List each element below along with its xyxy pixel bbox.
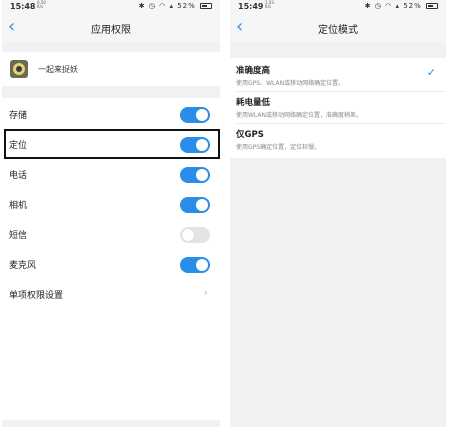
location-highlight-box: [4, 129, 220, 159]
camera-toggle[interactable]: [180, 197, 210, 213]
page-title: 应用权限: [91, 25, 131, 36]
checkmark-icon: ✓: [426, 66, 436, 79]
nav-bar: ‹ 定位模式: [230, 14, 446, 42]
mode-option-gps-only[interactable]: 仅GPS 使用GPS确定位置，定位较慢。: [230, 124, 446, 156]
phone-toggle[interactable]: [180, 167, 210, 183]
status-bar: 15:48 0.50 K/s ✱ ◷ ◠ ▴ 52%: [2, 0, 220, 14]
permission-label: 单项权限设置: [9, 291, 64, 301]
alarm-icon: ◷: [148, 2, 156, 10]
location-mode-screen: 15:49 1.03 K/s ✱ ◷ ◠ ▴ 52% ‹ 定位模式 准确度高 使…: [230, 0, 446, 427]
chevron-right-icon: ›: [203, 286, 208, 299]
mode-option-high-accuracy[interactable]: 准确度高 使用GPS、WLAN或移动网络确定位置。 ✓: [230, 60, 446, 92]
mode-title: 准确度高: [236, 66, 271, 76]
microphone-toggle[interactable]: [180, 257, 210, 273]
mode-option-battery-saving[interactable]: 耗电量低 使用WLAN或移动网络确定位置，准确度稍差。: [230, 92, 446, 124]
permission-label: 电话: [9, 171, 28, 181]
permission-row-phone[interactable]: 电话: [2, 160, 220, 190]
wifi-icon: ◠: [385, 2, 393, 10]
permission-row-sms[interactable]: 短信: [2, 220, 220, 250]
app-header: 一起来捉妖: [2, 52, 220, 86]
mode-description: 使用GPS确定位置，定位较慢。: [236, 144, 321, 151]
permission-label: 存储: [9, 111, 28, 121]
bluetooth-icon: ✱: [138, 2, 146, 10]
nav-bar: ‹ 应用权限: [2, 14, 220, 42]
alarm-icon: ◷: [374, 2, 382, 10]
battery-icon: [426, 3, 438, 9]
network-speed: 1.03 K/s: [265, 0, 274, 9]
wifi-icon: ◠: [159, 2, 167, 10]
permission-row-camera[interactable]: 相机: [2, 190, 220, 220]
sms-toggle[interactable]: [180, 227, 210, 243]
app-name: 一起来捉妖: [38, 65, 78, 74]
mode-title: 耗电量低: [236, 98, 271, 108]
battery-percent: 52%: [403, 2, 422, 10]
network-speed: 0.50 K/s: [37, 0, 46, 9]
permission-label: 麦克风: [9, 261, 37, 271]
permission-label: 短信: [9, 231, 28, 241]
battery-percent: 52%: [177, 2, 196, 10]
status-time: 15:48: [10, 2, 36, 11]
status-time: 15:49: [238, 2, 264, 11]
signal-icon: ▴: [169, 2, 174, 10]
app-permissions-screen: 15:48 0.50 K/s ✱ ◷ ◠ ▴ 52% ‹ 应用权限 一起来捉妖 …: [2, 0, 220, 427]
individual-permission-settings[interactable]: 单项权限设置 ›: [2, 280, 220, 310]
permission-row-microphone[interactable]: 麦克风: [2, 250, 220, 280]
mode-title: 仅GPS: [236, 130, 264, 140]
app-icon: [10, 60, 28, 78]
status-icons: ✱ ◷ ◠ ▴ 52%: [139, 2, 212, 10]
bluetooth-icon: ✱: [364, 2, 372, 10]
permission-label: 相机: [9, 201, 28, 211]
mode-description: 使用GPS、WLAN或移动网络确定位置。: [236, 80, 345, 87]
mode-description: 使用WLAN或移动网络确定位置，准确度稍差。: [236, 112, 363, 119]
battery-icon: [200, 3, 212, 9]
signal-icon: ▴: [395, 2, 400, 10]
page-title: 定位模式: [318, 25, 358, 36]
permission-row-storage[interactable]: 存储: [2, 100, 220, 130]
storage-toggle[interactable]: [180, 107, 210, 123]
status-icons: ✱ ◷ ◠ ▴ 52%: [365, 2, 438, 10]
location-mode-list: 准确度高 使用GPS、WLAN或移动网络确定位置。 ✓ 耗电量低 使用WLAN或…: [230, 58, 446, 158]
status-bar: 15:49 1.03 K/s ✱ ◷ ◠ ▴ 52%: [230, 0, 446, 14]
